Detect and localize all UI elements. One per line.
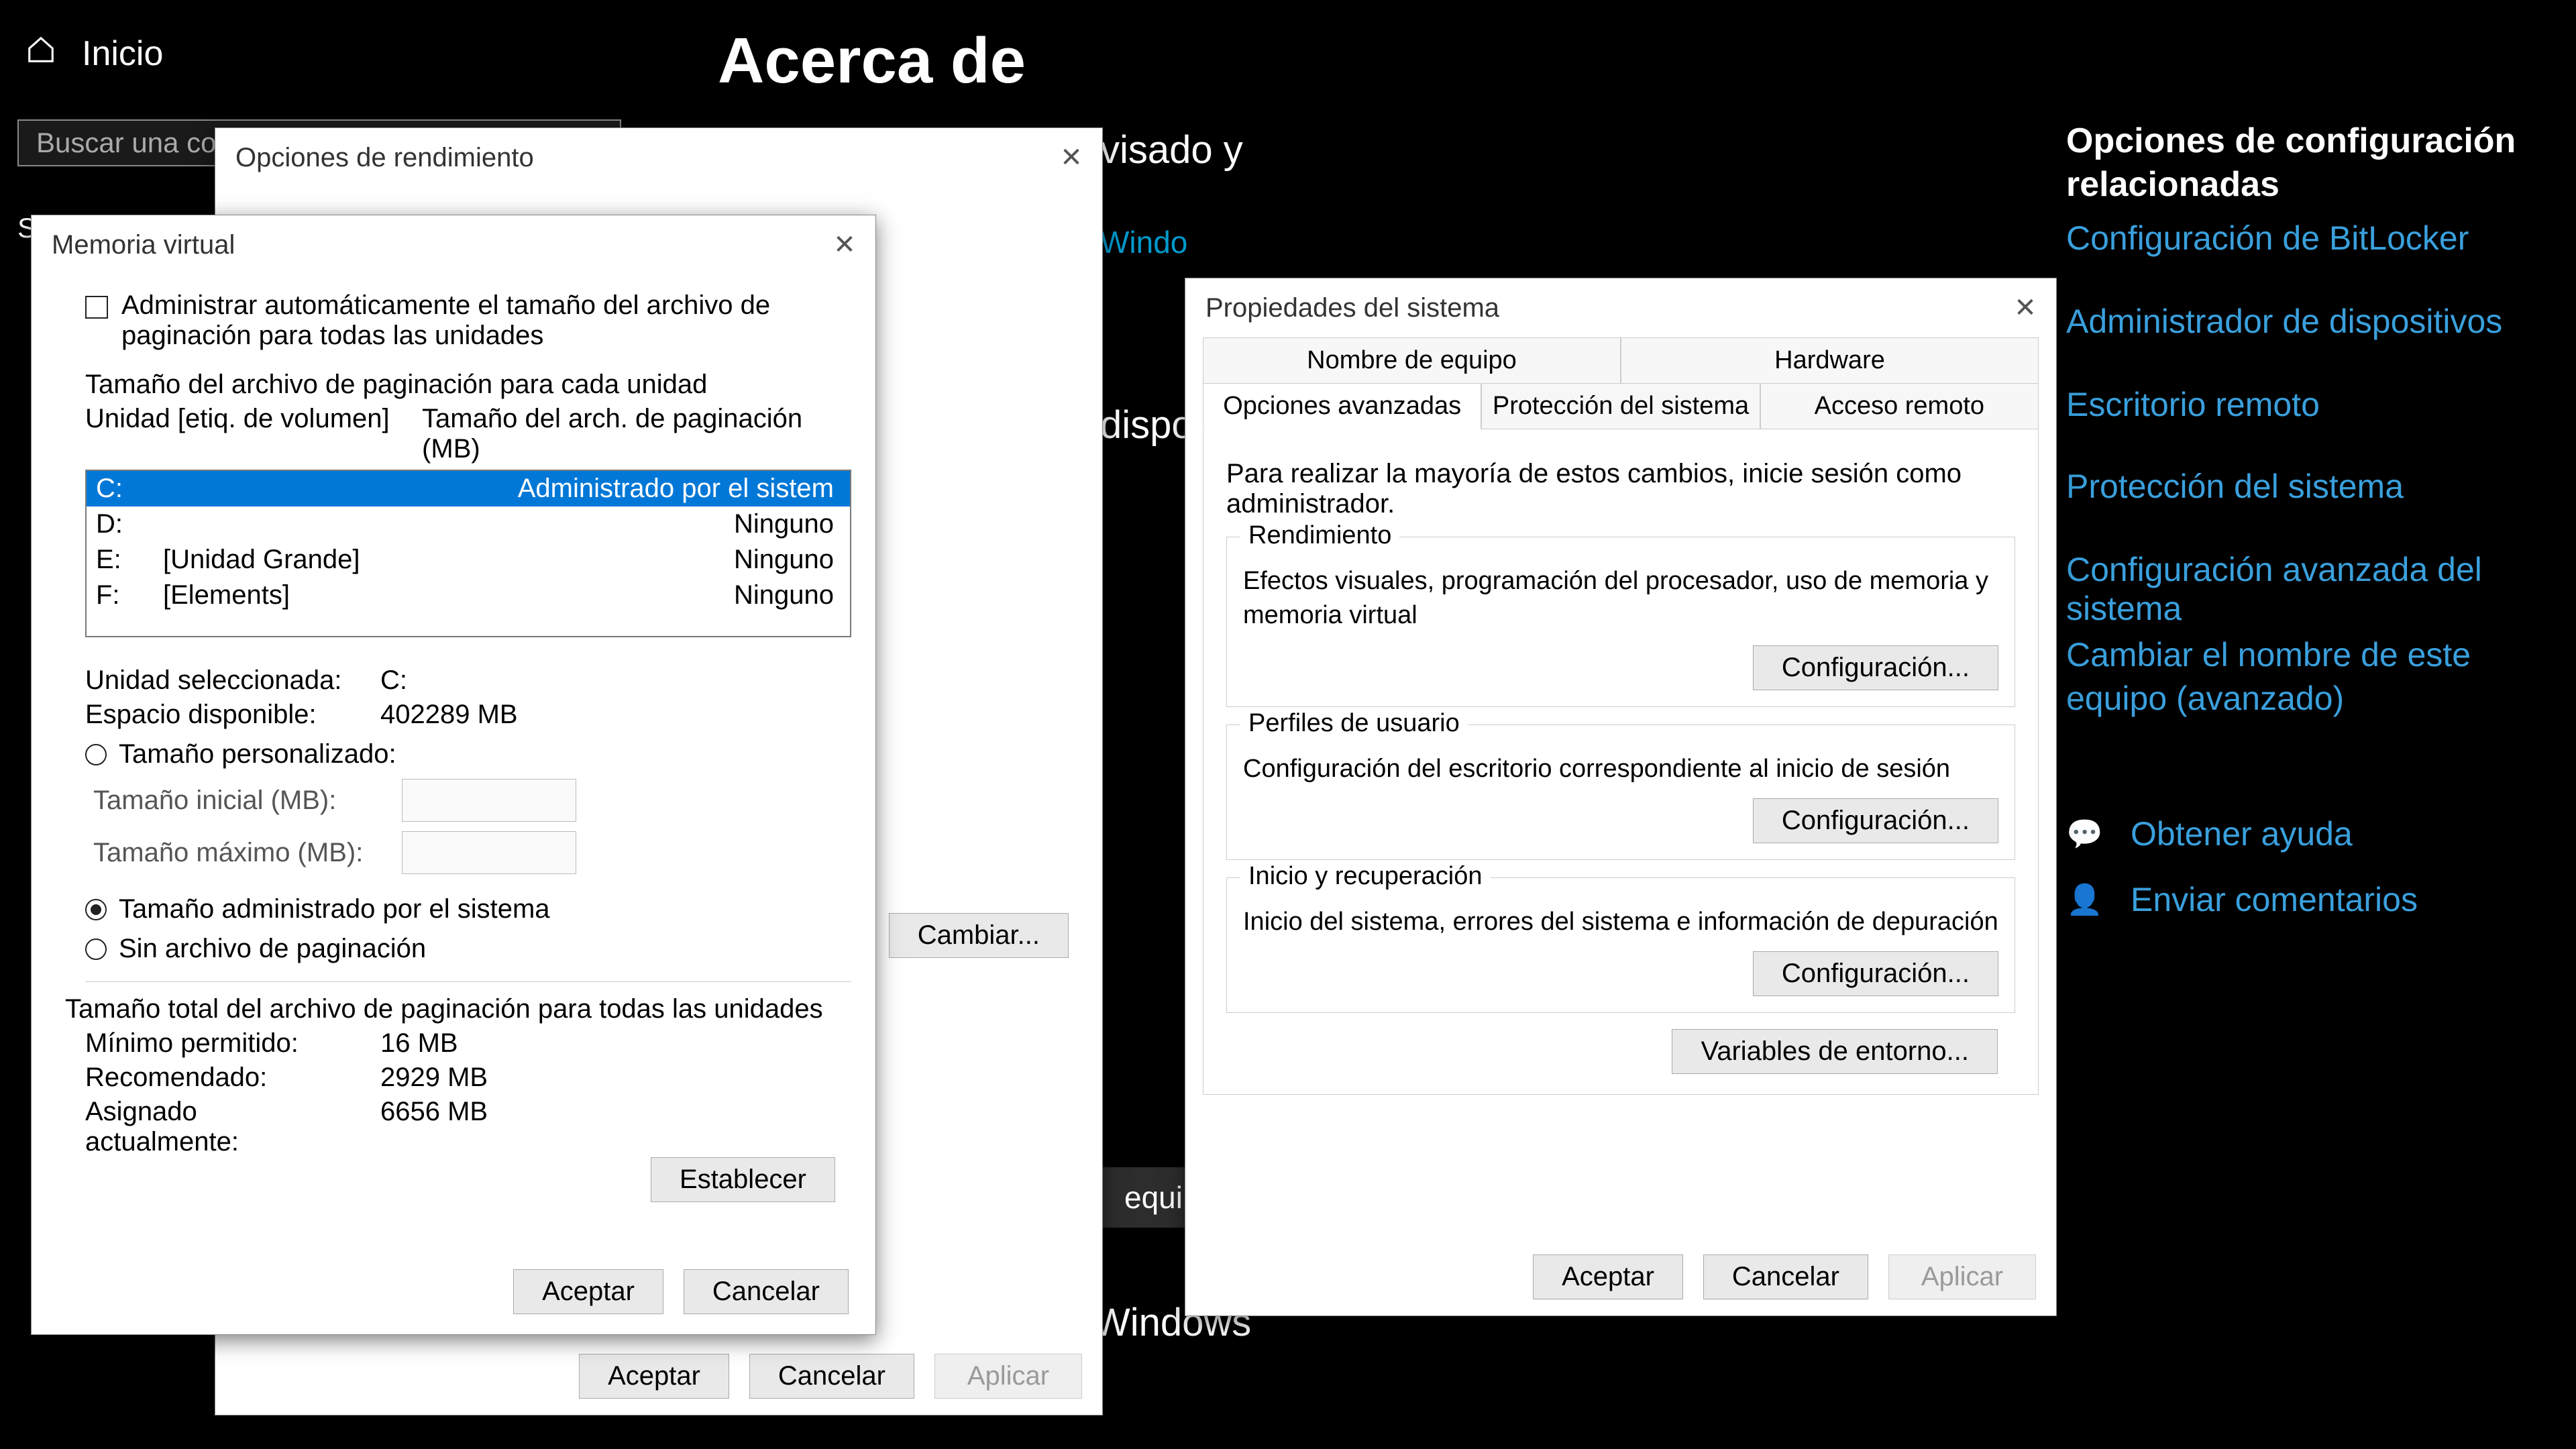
recommended-value: 2929 MB: [380, 1063, 488, 1093]
drive-row[interactable]: F: [Elements] Ninguno: [87, 578, 850, 613]
change-button[interactable]: Cambiar...: [889, 913, 1069, 958]
apply-button: Aplicar: [934, 1354, 1082, 1399]
close-icon[interactable]: ✕: [2008, 290, 2043, 325]
home-nav[interactable]: Inicio: [25, 34, 163, 74]
sys-dialog-title: Propiedades del sistema: [1205, 293, 1499, 323]
min-allowed-value: 16 MB: [380, 1028, 458, 1059]
group-user-profiles-legend: Perfiles de usuario: [1240, 709, 1468, 738]
set-button[interactable]: Establecer: [651, 1157, 835, 1202]
free-space-label: Espacio disponible:: [85, 700, 354, 730]
auto-manage-checkbox-row[interactable]: Administrar automáticamente el tamaño de…: [85, 290, 851, 351]
group-startup-recovery-legend: Inicio y recuperación: [1240, 862, 1491, 891]
drive-row[interactable]: C: Administrado por el sistem: [87, 471, 850, 506]
tab-hardware[interactable]: Hardware: [1621, 337, 2039, 383]
free-space-value: 402289 MB: [380, 700, 518, 730]
radio-system-managed[interactable]: Tamaño administrado por el sistema: [85, 894, 851, 924]
profiles-settings-button[interactable]: Configuración...: [1753, 798, 1998, 843]
tab-computer-name[interactable]: Nombre de equipo: [1203, 337, 1621, 383]
cancel-button[interactable]: Cancelar: [684, 1269, 849, 1314]
help-icon: 💬: [2066, 816, 2100, 851]
send-feedback-link[interactable]: 👤 Enviar comentarios: [2066, 880, 2418, 919]
system-properties-dialog: Propiedades del sistema ✕ Nombre de equi…: [1185, 278, 2057, 1316]
radio-no-paging[interactable]: Sin archivo de paginación: [85, 934, 851, 964]
related-settings-heading: Opciones de configuración relacionadas: [2066, 119, 2563, 207]
group-startup-recovery-desc: Inicio del sistema, errores del sistema …: [1243, 905, 1998, 939]
recommended-label: Recomendado:: [85, 1063, 354, 1093]
group-performance-legend: Rendimiento: [1240, 521, 1399, 550]
ok-button[interactable]: Aceptar: [579, 1354, 729, 1399]
home-label: Inicio: [82, 34, 163, 74]
link-rename-pc-advanced[interactable]: Cambiar el nombre de este equipo (avanza…: [2066, 633, 2536, 720]
get-help-link[interactable]: 💬 Obtener ayuda: [2066, 814, 2353, 853]
feedback-icon: 👤: [2066, 882, 2100, 917]
currently-allocated-label: Asignado actualmente:: [85, 1097, 354, 1157]
text-fragment-supervised: visado y: [1100, 127, 1243, 172]
text-fragment-windows-link[interactable]: Windo: [1100, 224, 1187, 260]
ok-button[interactable]: Aceptar: [513, 1269, 663, 1314]
drive-row[interactable]: E: [Unidad Grande] Ninguno: [87, 542, 850, 578]
page-title: Acerca de: [718, 24, 1026, 98]
close-icon[interactable]: ✕: [827, 227, 862, 262]
link-advanced-system[interactable]: Configuración avanzada del sistema: [2066, 550, 2576, 628]
perf-dialog-title: Opciones de rendimiento: [235, 143, 534, 173]
cancel-button[interactable]: Cancelar: [1703, 1254, 1868, 1299]
virtual-memory-dialog: Memoria virtual ✕ Administrar automática…: [31, 215, 876, 1335]
selected-drive-label: Unidad seleccionada:: [85, 665, 354, 696]
initial-size-input[interactable]: [402, 779, 576, 822]
link-remote-desktop[interactable]: Escritorio remoto: [2066, 385, 2320, 424]
group-performance: Rendimiento Efectos visuales, programaci…: [1226, 537, 2015, 707]
apply-button: Aplicar: [1888, 1254, 2036, 1299]
admin-note: Para realizar la mayoría de estos cambio…: [1226, 459, 2015, 519]
vm-dialog-title: Memoria virtual: [52, 230, 235, 260]
max-size-input[interactable]: [402, 831, 576, 874]
total-size-heading: Tamaño total del archivo de paginación p…: [65, 994, 851, 1024]
auto-manage-label: Administrar automáticamente el tamaño de…: [121, 290, 806, 351]
startup-settings-button[interactable]: Configuración...: [1753, 951, 1998, 996]
initial-size-label: Tamaño inicial (MB):: [93, 786, 336, 816]
link-device-manager[interactable]: Administrador de dispositivos: [2066, 302, 2502, 341]
col-drive-header: Unidad [etiq. de volumen]: [85, 404, 395, 464]
tab-advanced-options[interactable]: Opciones avanzadas: [1203, 383, 1481, 429]
selected-drive-value: C:: [380, 665, 407, 696]
drive-list[interactable]: C: Administrado por el sistem D: Ninguno…: [85, 470, 851, 637]
link-system-protection[interactable]: Protección del sistema: [2066, 467, 2404, 506]
radio-icon[interactable]: [85, 938, 107, 960]
link-bitlocker[interactable]: Configuración de BitLocker: [2066, 219, 2469, 258]
perf-settings-button[interactable]: Configuración...: [1753, 645, 1998, 690]
close-icon[interactable]: ✕: [1054, 140, 1089, 175]
col-size-header: Tamaño del arch. de paginación (MB): [422, 404, 851, 464]
search-placeholder-visible: Buscar una co: [36, 127, 217, 159]
drive-row[interactable]: D: Ninguno: [87, 506, 850, 542]
cancel-button[interactable]: Cancelar: [749, 1354, 914, 1399]
radio-icon[interactable]: [85, 744, 107, 765]
currently-allocated-value: 6656 MB: [380, 1097, 488, 1157]
home-icon: [25, 34, 56, 74]
group-user-profiles: Perfiles de usuario Configuración del es…: [1226, 724, 2015, 860]
group-startup-recovery: Inicio y recuperación Inicio del sistema…: [1226, 877, 2015, 1013]
group-user-profiles-desc: Configuración del escritorio correspondi…: [1243, 752, 1998, 786]
tab-remote-access[interactable]: Acceso remoto: [1760, 383, 2039, 429]
radio-custom-size[interactable]: Tamaño personalizado:: [85, 739, 851, 769]
group-performance-desc: Efectos visuales, programación del proce…: [1243, 564, 1998, 633]
env-variables-button[interactable]: Variables de entorno...: [1672, 1029, 1998, 1074]
max-size-label: Tamaño máximo (MB):: [93, 838, 363, 868]
min-allowed-label: Mínimo permitido:: [85, 1028, 354, 1059]
tab-system-protection[interactable]: Protección del sistema: [1481, 383, 1760, 429]
ok-button[interactable]: Aceptar: [1533, 1254, 1683, 1299]
size-per-drive-label: Tamaño del archivo de paginación para ca…: [85, 370, 851, 400]
text-fragment-dispo: dispo: [1100, 402, 1193, 447]
checkbox-icon[interactable]: [85, 296, 108, 319]
radio-icon[interactable]: [85, 899, 107, 920]
